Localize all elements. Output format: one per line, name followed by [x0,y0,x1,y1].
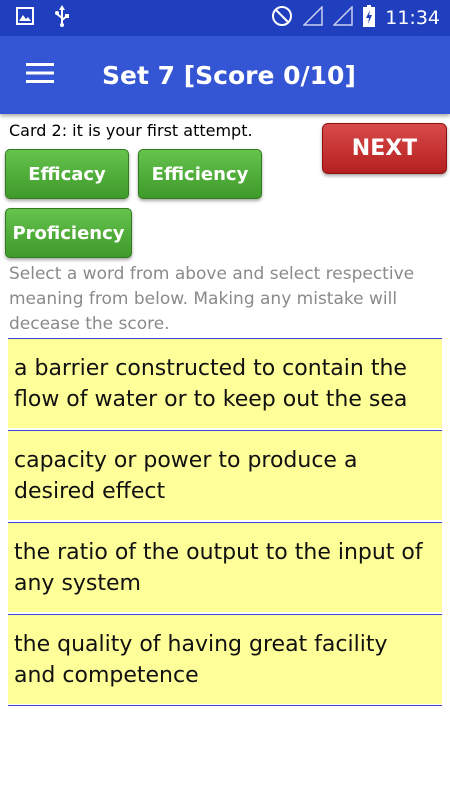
status-bar: 11:34 [0,0,450,36]
card-attempt-info: Card 2: it is your first attempt. [9,121,253,140]
usb-icon [54,5,70,31]
no-signal-icon [332,5,353,30]
menu-button[interactable] [0,36,80,114]
image-icon [16,7,34,29]
divider [8,705,442,706]
app-bar: Set 7 [Score 0/10] [0,36,450,114]
page-title: Set 7 [Score 0/10] [102,60,356,90]
hamburger-menu-icon [26,63,54,87]
do-not-disturb-icon [271,5,293,31]
clock-time: 11:34 [385,7,440,29]
meaning-option[interactable]: capacity or power to produce a desired e… [8,430,442,520]
word-button-proficiency[interactable]: Proficiency [5,208,132,258]
meaning-option[interactable]: a barrier constructed to contain the flo… [8,338,442,428]
word-button-efficiency[interactable]: Efficiency [138,149,262,199]
next-button[interactable]: NEXT [322,123,447,174]
meaning-option[interactable]: the ratio of the output to the input of … [8,522,442,612]
instructions-text: Select a word from above and select resp… [9,264,415,334]
no-signal-icon [302,5,323,30]
battery-charging-icon [363,5,376,31]
meaning-option[interactable]: the quality of having great facility and… [8,614,442,704]
word-button-efficacy[interactable]: Efficacy [5,149,129,199]
